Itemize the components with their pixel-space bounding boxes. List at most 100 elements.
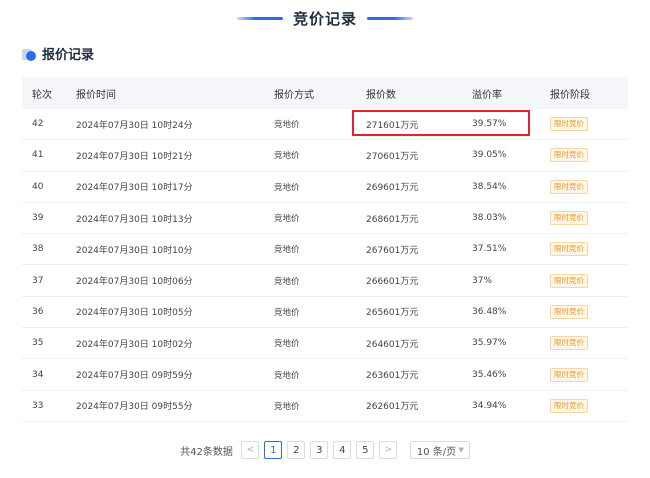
total-count: 共42条数据 — [180, 446, 233, 458]
amount-cell: 267601万元 — [366, 245, 419, 256]
round-cell: 39 — [32, 213, 44, 224]
table-row: 40 2024年07月30日 10时17分 竞地价 269601万元 38.54% 限时竞… — [22, 172, 628, 203]
bid-records-table: 轮次 报价时间 报价方式 报价数 溢价率 报价阶段 42 2024年07月30日 … — [22, 77, 628, 422]
stage-cell: 限时竞价 — [550, 398, 588, 413]
round-cell: 40 — [32, 181, 44, 192]
time-cell: 2024年07月30日 10时21分 — [76, 151, 193, 162]
time-cell: 2024年07月30日 10时05分 — [76, 308, 193, 319]
header-time: 报价时间 — [76, 89, 116, 101]
stage-tag: 限时竞价 — [550, 117, 588, 132]
premium-cell: 38.54% — [472, 181, 507, 192]
panel-title: 报价记录 — [42, 48, 95, 63]
amount-cell: 268601万元 — [366, 214, 419, 225]
table-row: 34 2024年07月30日 09时59分 竞地价 263601万元 35.46% 限时竞… — [22, 359, 628, 391]
table-header: 轮次 报价时间 报价方式 报价数 溢价率 报价阶段 — [22, 77, 628, 109]
header-round: 轮次 — [32, 89, 52, 101]
section-title-text: 竞价记录 — [292, 9, 357, 28]
prev-page-button[interactable]: < — [241, 441, 260, 459]
amount-cell: 271601万元 — [366, 120, 419, 131]
method-cell: 竞地价 — [274, 370, 300, 381]
stage-cell: 限时竞价 — [550, 304, 588, 319]
title-decor-line-left — [236, 16, 283, 20]
method-cell: 竞地价 — [274, 182, 300, 193]
panel-header: 报价记录 — [22, 44, 94, 63]
stage-tag: 限时竞价 — [550, 398, 588, 413]
method-cell: 竞地价 — [274, 401, 300, 412]
stage-cell: 限时竞价 — [550, 179, 588, 194]
page-button-5[interactable]: 5 — [356, 441, 375, 459]
time-cell: 2024年07月30日 10时17分 — [76, 183, 193, 194]
premium-cell: 38.03% — [472, 213, 507, 224]
stage-tag: 限时竞价 — [550, 179, 588, 194]
chevron-down-icon: ▼ — [458, 446, 464, 454]
time-cell: 2024年07月30日 10时24分 — [76, 120, 193, 131]
time-cell: 2024年07月30日 10时10分 — [76, 245, 193, 256]
record-icon — [22, 47, 36, 61]
stage-cell: 限时竞价 — [550, 273, 588, 288]
page-button-4[interactable]: 4 — [333, 441, 352, 459]
method-cell: 竞地价 — [274, 245, 300, 256]
stage-cell: 限时竞价 — [550, 242, 588, 257]
title-decor-line-right — [367, 16, 413, 20]
method-cell: 竞地价 — [274, 120, 300, 131]
amount-cell: 265601万元 — [366, 308, 419, 319]
stage-cell: 限时竞价 — [550, 336, 588, 351]
table-row: 35 2024年07月30日 10时02分 竞地价 264601万元 35.97% 限时竞… — [22, 328, 628, 360]
time-cell: 2024年07月30日 10时06分 — [76, 277, 193, 288]
page-button-1[interactable]: 1 — [264, 441, 283, 459]
method-cell: 竞地价 — [274, 214, 300, 225]
round-cell: 38 — [32, 244, 44, 255]
time-cell: 2024年07月30日 09时55分 — [76, 402, 193, 413]
header-amount: 报价数 — [366, 89, 396, 101]
stage-cell: 限时竞价 — [550, 211, 588, 226]
page-size-select[interactable]: 10 条/页 ▼ — [409, 441, 470, 459]
method-cell: 竞地价 — [274, 339, 300, 350]
stage-cell: 限时竞价 — [550, 367, 588, 382]
round-cell: 42 — [32, 119, 44, 130]
table-row: 42 2024年07月30日 10时24分 竞地价 271601万元 39.57% 限时竞… — [22, 109, 628, 141]
header-method: 报价方式 — [274, 89, 314, 101]
stage-tag: 限时竞价 — [550, 304, 588, 319]
table-row: 38 2024年07月30日 10时10分 竞地价 267601万元 37.51% 限时竞… — [22, 234, 628, 266]
premium-cell: 36.48% — [472, 306, 507, 317]
table-row: 39 2024年07月30日 10时13分 竞地价 268601万元 38.03% 限时竞… — [22, 203, 628, 235]
table-row: 36 2024年07月30日 10时05分 竞地价 265601万元 36.48% 限时竞… — [22, 297, 628, 329]
stage-cell: 限时竞价 — [550, 117, 588, 132]
stage-tag: 限时竞价 — [550, 336, 588, 351]
round-cell: 41 — [32, 150, 44, 161]
amount-cell: 269601万元 — [366, 183, 419, 194]
amount-cell: 266601万元 — [366, 277, 419, 288]
stage-tag: 限时竞价 — [550, 273, 588, 288]
method-cell: 竞地价 — [274, 151, 300, 162]
header-premium: 溢价率 — [472, 89, 502, 101]
next-page-button[interactable]: > — [379, 441, 398, 459]
page-button-2[interactable]: 2 — [287, 441, 306, 459]
table-row: 33 2024年07月30日 09时55分 竞地价 262601万元 34.94% 限时竞… — [22, 391, 628, 422]
method-cell: 竞地价 — [274, 276, 300, 287]
round-cell: 34 — [32, 369, 44, 380]
premium-cell: 35.46% — [472, 369, 507, 380]
header-stage: 报价阶段 — [550, 89, 590, 101]
round-cell: 33 — [32, 400, 44, 411]
stage-tag: 限时竞价 — [550, 148, 588, 163]
time-cell: 2024年07月30日 10时13分 — [76, 214, 193, 225]
round-cell: 37 — [32, 275, 44, 286]
premium-cell: 39.57% — [472, 119, 507, 130]
premium-cell: 39.05% — [472, 150, 507, 161]
page-size-value: 10 条/页 — [416, 446, 457, 458]
page-button-3[interactable]: 3 — [310, 441, 329, 459]
premium-cell: 35.97% — [472, 338, 507, 349]
stage-tag: 限时竞价 — [550, 367, 588, 382]
stage-tag: 限时竞价 — [550, 211, 588, 226]
page-numbers: 12345 — [262, 441, 377, 459]
method-cell: 竞地价 — [274, 307, 300, 318]
amount-cell: 262601万元 — [366, 402, 419, 413]
time-cell: 2024年07月30日 10时02分 — [76, 339, 193, 350]
premium-cell: 34.94% — [472, 400, 507, 411]
section-title: 竞价记录 — [0, 8, 650, 28]
table-row: 41 2024年07月30日 10时21分 竞地价 270601万元 39.05% 限时竞… — [22, 140, 628, 172]
table-body: 42 2024年07月30日 10时24分 竞地价 271601万元 39.57% 限时竞… — [22, 109, 628, 422]
stage-cell: 限时竞价 — [550, 148, 588, 163]
premium-cell: 37% — [472, 275, 493, 286]
amount-cell: 263601万元 — [366, 371, 419, 382]
